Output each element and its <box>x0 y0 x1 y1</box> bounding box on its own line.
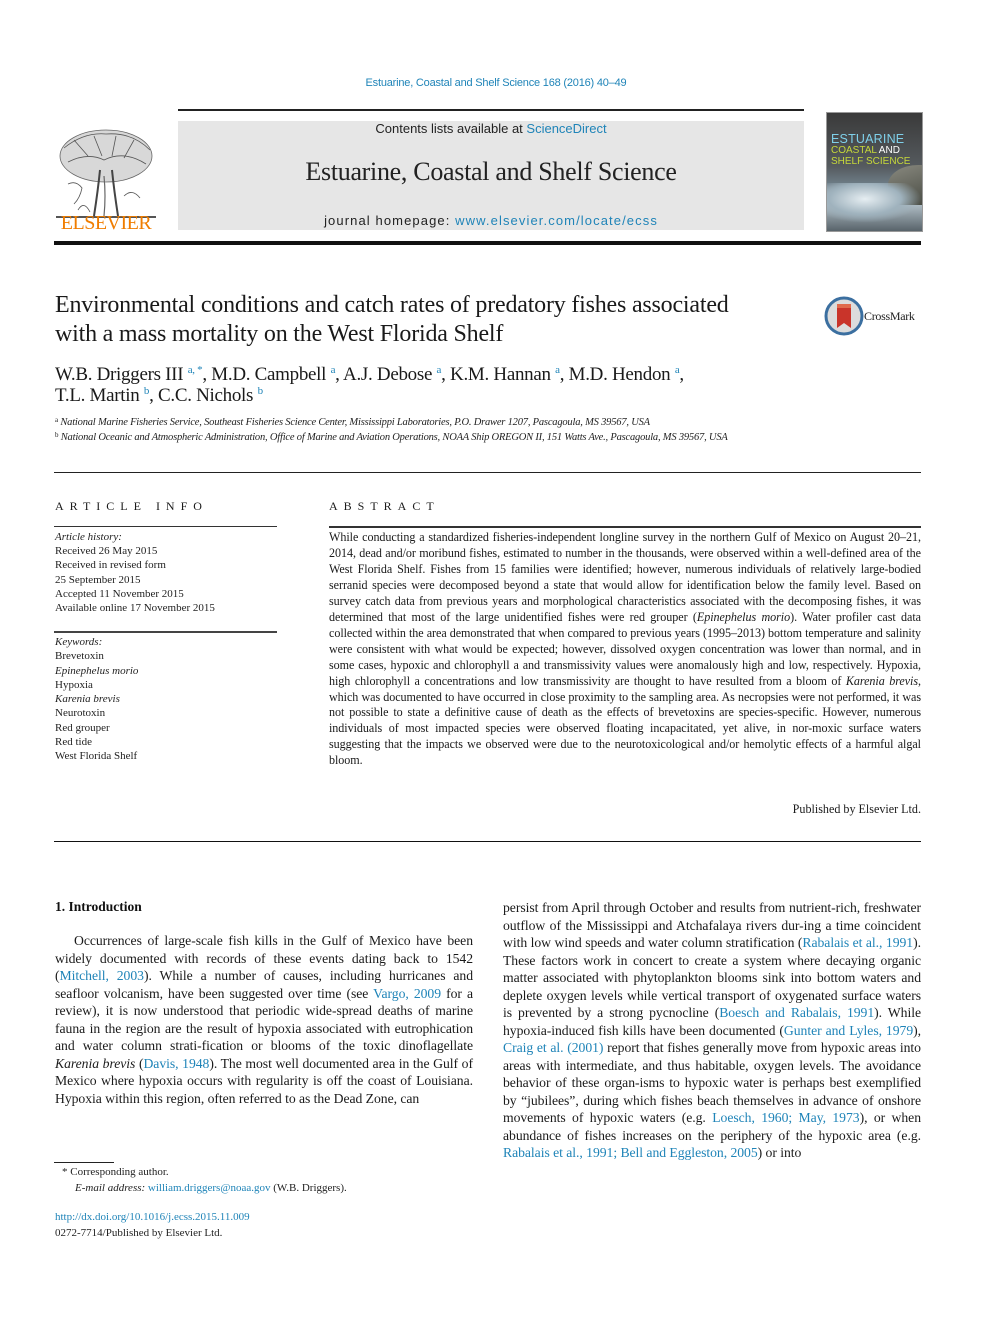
elsevier-wordmark[interactable]: ELSEVIER <box>52 212 160 235</box>
abstract-heading: ABSTRACT <box>329 499 440 513</box>
history-item: Available online 17 November 2015 <box>55 602 215 615</box>
doi-link[interactable]: http://dx.doi.org/10.1016/j.ecss.2015.11… <box>55 1210 475 1226</box>
author-list: W.B. Driggers III a, *, M.D. Campbell a,… <box>55 364 684 406</box>
citation-link[interactable]: Gunter and Lyles, 1979 <box>784 1023 913 1038</box>
email-link[interactable]: william.driggers@noaa.gov <box>148 1182 271 1194</box>
cover-and: AND <box>876 145 900 156</box>
author-name[interactable]: C.C. Nichols <box>158 385 253 406</box>
journal-banner: Contents lists available at ScienceDirec… <box>178 121 804 230</box>
history-label: Article history: <box>55 531 122 543</box>
citation-link[interactable]: Craig et al. (2001) <box>503 1040 603 1055</box>
corresponding-author-note: * Corresponding author. <box>62 1166 169 1178</box>
email-note: E-mail address: william.driggers@noaa.go… <box>62 1181 482 1197</box>
keyword: Epinephelus morio <box>55 664 139 677</box>
author-affiliation-mark[interactable]: a, * <box>188 364 203 376</box>
cover-wave-image <box>827 183 922 223</box>
affiliation-key: b <box>55 430 59 439</box>
affiliation-text: National Oceanic and Atmospheric Adminis… <box>60 431 728 443</box>
affiliation-b: b National Oceanic and Atmospheric Admin… <box>55 431 815 446</box>
citation-link[interactable]: Rabalais et al., 1991; Bell and Egglesto… <box>503 1145 758 1160</box>
author-affiliation-mark[interactable]: a <box>437 364 442 376</box>
author-affiliation-mark[interactable]: b <box>144 385 150 397</box>
cover-title-line2: COASTAL AND <box>831 146 900 156</box>
homepage-prefix: journal homepage: <box>324 213 456 228</box>
keyword: Brevetoxin <box>55 650 104 663</box>
affiliations-rule <box>54 472 921 473</box>
body-paragraph: Occurrences of large-scale fish kills in… <box>55 932 473 1107</box>
contents-prefix: Contents lists available at <box>375 121 527 136</box>
body-column-left: Occurrences of large-scale fish kills in… <box>55 932 473 1107</box>
affiliation-a: a National Marine Fisheries Service, Sou… <box>55 416 815 431</box>
journal-cover-thumbnail[interactable]: ESTUARINE COASTAL AND SHELF SCIENCE <box>826 112 923 232</box>
citation-link[interactable]: Vargo, 2009 <box>373 986 441 1001</box>
header-rule <box>178 109 804 111</box>
affiliation-key: a <box>55 416 58 424</box>
cover-title-line3: SHELF SCIENCE <box>831 156 911 167</box>
body-paragraph: persist from April through October and r… <box>503 899 921 1162</box>
history-item: Received 26 May 2015 <box>55 545 158 558</box>
keyword: Karenia brevis <box>55 693 120 706</box>
cover-title-line1: ESTUARINE <box>831 132 905 146</box>
article-title: Environmental conditions and catch rates… <box>55 292 729 347</box>
issn-line: 0272-7714/Published by Elsevier Ltd. <box>55 1226 223 1239</box>
abstract-body: While conducting a standardized fisherie… <box>329 530 921 769</box>
keywords-rule <box>54 631 277 633</box>
contents-line: Contents lists available at ScienceDirec… <box>178 121 804 136</box>
running-head[interactable]: Estuarine, Coastal and Shelf Science 168… <box>0 77 992 89</box>
species-name: Karenia brevis <box>55 1055 136 1071</box>
article-info-rule <box>54 526 277 527</box>
journal-homepage-link[interactable]: www.elsevier.com/locate/ecss <box>455 213 658 228</box>
author-name[interactable]: W.B. Driggers III <box>55 364 184 385</box>
abstract-species-name: Epinephelus morio <box>696 609 791 624</box>
section-heading-introduction: 1. Introduction <box>55 899 142 914</box>
citation-link[interactable]: Davis, 1948 <box>143 1056 209 1071</box>
author-name[interactable]: M.D. Campbell <box>211 364 326 385</box>
author-affiliation-mark[interactable]: a <box>331 364 336 376</box>
body-text: ), <box>913 1022 922 1038</box>
article-history: Article history: Received 26 May 2015 Re… <box>55 530 277 615</box>
publisher-line: Published by Elsevier Ltd. <box>792 802 921 816</box>
affiliations: a National Marine Fisheries Service, Sou… <box>55 416 815 445</box>
keyword: Hypoxia <box>55 678 93 691</box>
keywords-label: Keywords: <box>55 636 103 648</box>
masthead-rule <box>54 241 921 245</box>
doi-block: http://dx.doi.org/10.1016/j.ecss.2015.11… <box>55 1210 475 1241</box>
keywords: Keywords: Brevetoxin Epinephelus morio H… <box>55 635 277 764</box>
author-affiliation-mark[interactable]: a <box>555 364 560 376</box>
body-column-right: persist from April through October and r… <box>503 899 921 1162</box>
citation-link[interactable]: Mitchell, 2003 <box>60 968 144 983</box>
sciencedirect-link[interactable]: ScienceDirect <box>526 121 606 136</box>
history-item: Accepted 11 November 2015 <box>55 587 184 600</box>
keyword: Red grouper <box>55 721 110 734</box>
article-info-heading: ARTICLE INFO <box>55 499 208 513</box>
citation-link[interactable]: Boesch and Rabalais, 1991 <box>719 1005 874 1020</box>
history-item: 25 September 2015 <box>55 573 141 586</box>
cover-coastal: COASTAL <box>831 145 877 156</box>
author-name[interactable]: A.J. Debose <box>343 364 432 385</box>
author-name[interactable]: M.D. Hendon <box>569 364 671 385</box>
author-affiliation-mark[interactable]: b <box>258 385 264 397</box>
affiliation-text: National Marine Fisheries Service, South… <box>60 417 650 428</box>
keyword: Neurotoxin <box>55 707 106 720</box>
journal-title: Estuarine, Coastal and Shelf Science <box>305 157 677 186</box>
citation-link[interactable]: Rabalais et al., 1991 <box>802 935 913 950</box>
body-text: ) or into <box>757 1145 802 1160</box>
email-owner: (W.B. Driggers). <box>270 1181 347 1194</box>
email-label: E-mail address: <box>75 1181 146 1194</box>
abstract-bottom-rule <box>54 841 921 842</box>
footnote-rule <box>54 1162 114 1163</box>
abstract-species-name: Karenia brevis <box>845 673 919 688</box>
homepage-line: journal homepage: www.elsevier.com/locat… <box>178 213 804 228</box>
citation-link[interactable]: Loesch, 1960; May, 1973 <box>712 1110 859 1125</box>
author-name[interactable]: K.M. Hannan <box>450 364 551 385</box>
keyword: West Florida Shelf <box>55 750 138 763</box>
author-affiliation-mark[interactable]: a <box>675 364 680 376</box>
abstract-rule <box>329 526 921 528</box>
footnotes: * Corresponding author. E-mail address: … <box>62 1165 482 1196</box>
history-item: Received in revised form <box>55 559 166 572</box>
crossmark-label[interactable]: CrossMark <box>864 309 915 324</box>
keyword: Red tide <box>55 736 92 749</box>
author-name[interactable]: T.L. Martin <box>55 385 140 406</box>
crossmark-icon[interactable] <box>824 296 864 336</box>
